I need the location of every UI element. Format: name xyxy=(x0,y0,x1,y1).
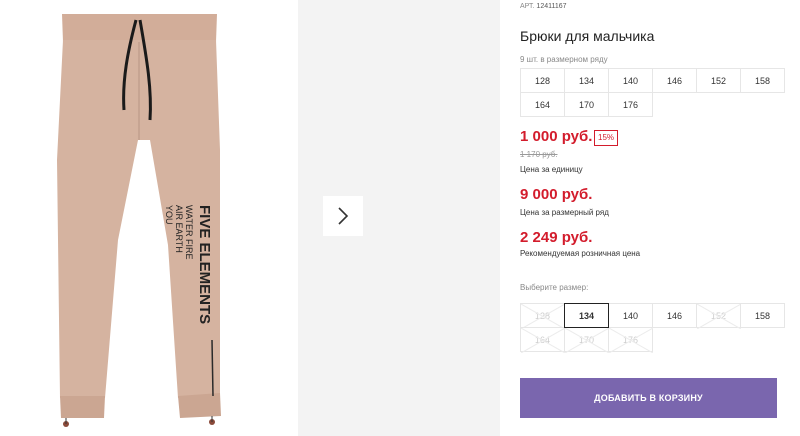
rrp-label: Рекомендуемая розничная цена xyxy=(520,249,641,258)
unavailable-cross-icon xyxy=(697,304,741,329)
pack-size-cell: 176 xyxy=(608,92,653,117)
pack-price: 9 000 руб. xyxy=(520,186,593,203)
gallery-next-button[interactable] xyxy=(323,196,363,236)
pack-size-cell: 134 xyxy=(564,68,609,93)
unavailable-cross-icon xyxy=(565,328,609,353)
pants-image: FIVE ELEMENTS WATER FIRE AIR EARTH YOU xyxy=(57,14,221,427)
pack-size-cell: 140 xyxy=(608,68,653,93)
chevron-right-icon xyxy=(338,207,349,225)
pack-size-cell: 164 xyxy=(520,92,565,117)
size-option-disabled: 176 xyxy=(608,327,653,353)
pack-size-cell: 146 xyxy=(652,68,697,93)
print-line3-text: YOU xyxy=(164,205,174,225)
pack-size-cell: 128 xyxy=(520,68,565,93)
product-title: Брюки для мальчика xyxy=(520,28,655,44)
size-option[interactable]: 146 xyxy=(652,303,697,328)
pack-size-cell: 170 xyxy=(564,92,609,117)
pack-size-cell: 158 xyxy=(740,68,785,93)
rrp-price: 2 249 руб. xyxy=(520,229,593,246)
unavailable-cross-icon xyxy=(521,328,565,353)
size-option-disabled: 152 xyxy=(696,303,741,329)
print-line-text: WATER FIRE xyxy=(184,205,194,260)
size-select-label: Выберите размер: xyxy=(520,283,589,292)
product-info: АРТ. 12411167 Брюки для мальчика 9 шт. в… xyxy=(520,0,785,436)
size-option-disabled: 164 xyxy=(520,327,565,353)
size-selector: 128 134 140 146 152 158 164 170 176 xyxy=(520,303,785,353)
article-prefix: АРТ. xyxy=(520,3,535,10)
pack-price-label: Цена за размерный ряд xyxy=(520,208,609,217)
pack-size-grid: 128 134 140 146 152 158 164 170 176 xyxy=(520,68,785,117)
unavailable-cross-icon xyxy=(521,304,565,329)
size-option-selected[interactable]: 134 xyxy=(564,303,609,328)
product-photo[interactable]: FIVE ELEMENTS WATER FIRE AIR EARTH YOU xyxy=(0,0,290,436)
print-brand-text: FIVE ELEMENTS xyxy=(196,205,213,324)
size-option-disabled: 128 xyxy=(520,303,565,329)
add-to-cart-button[interactable]: ДОБАВИТЬ В КОРЗИНУ xyxy=(520,378,777,418)
unit-price-label: Цена за единицу xyxy=(520,165,583,174)
pack-note: 9 шт. в размерном ряду xyxy=(520,55,608,64)
discount-badge: 15% xyxy=(594,130,619,146)
article-value: 12411167 xyxy=(536,3,567,10)
product-gallery: FIVE ELEMENTS WATER FIRE AIR EARTH YOU xyxy=(0,0,500,436)
unavailable-cross-icon xyxy=(609,328,653,353)
old-price: 1 170 руб. xyxy=(520,150,558,159)
size-option-disabled: 170 xyxy=(564,327,609,353)
unit-price: 1 000 руб. xyxy=(520,128,593,145)
print-line2-text: AIR EARTH xyxy=(174,205,184,253)
size-option[interactable]: 140 xyxy=(608,303,653,328)
article-number: АРТ. 12411167 xyxy=(520,3,567,10)
size-option[interactable]: 158 xyxy=(740,303,785,328)
pack-size-cell: 152 xyxy=(696,68,741,93)
